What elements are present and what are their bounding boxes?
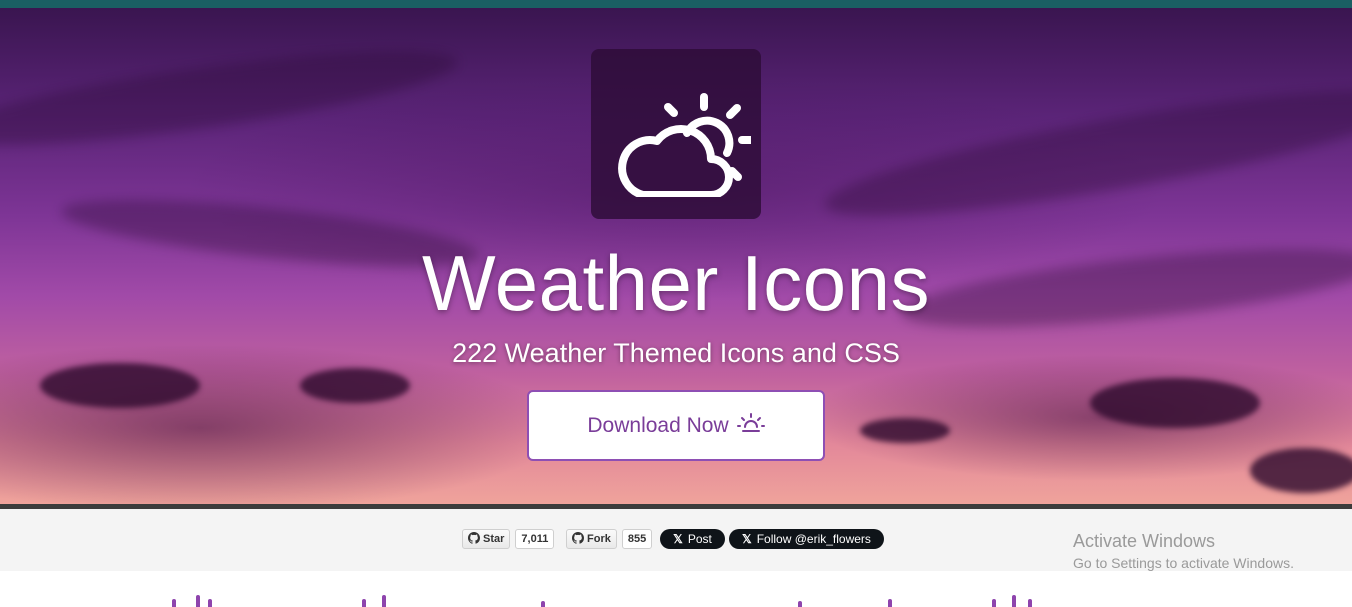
github-fork-label: Fork [587,533,611,545]
github-fork-count[interactable]: 855 [621,529,653,549]
icon-fragment [1012,595,1016,607]
github-star-button[interactable]: Star [462,529,511,549]
x-logo-icon: 𝕏 [742,532,752,546]
github-star-widget: Star 7,011 [462,529,555,549]
icon-fragment [196,595,200,607]
top-bar [0,0,1352,8]
x-post-button[interactable]: 𝕏 Post [660,529,725,549]
sky-streak [818,66,1352,240]
x-follow-label: Follow @erik_flowers [756,532,871,546]
github-fork-button[interactable]: Fork [566,529,617,549]
activate-windows-watermark: Activate Windows Go to Settings to activ… [1073,531,1294,571]
icon-fragment [172,599,176,607]
x-logo-icon: 𝕏 [673,532,683,546]
dark-cloud [300,368,410,403]
x-post-label: Post [687,532,712,546]
dark-cloud [1090,378,1260,428]
download-button[interactable]: Download Now [527,390,825,461]
dark-cloud [860,418,950,443]
download-label: Download Now [587,413,729,437]
day-cloudy-icon [601,67,756,202]
icon-fragment [992,599,996,607]
github-icon [468,531,480,547]
github-fork-widget: Fork 855 [566,529,653,549]
page-subtitle: 222 Weather Themed Icons and CSS [452,338,900,368]
x-follow-button[interactable]: 𝕏 Follow @erik_flowers [729,529,884,549]
icon-fragment [541,601,545,607]
icon-fragment [362,599,366,607]
github-star-label: Star [483,533,505,545]
sunrise-icon [736,412,765,440]
hero-section: Weather Icons 222 Weather Themed Icons a… [0,8,1352,504]
icon-fragment [208,599,212,607]
dark-cloud [1250,448,1352,493]
icon-fragment [382,595,386,607]
activate-windows-title: Activate Windows [1073,531,1216,551]
github-star-count[interactable]: 7,011 [515,529,555,549]
sky-streak [0,32,462,164]
icon-fragment [1028,599,1032,607]
logo-tile [591,49,761,219]
icon-fragment [888,599,892,607]
activate-windows-hint: Go to Settings to activate Windows. [1073,555,1294,571]
github-icon [572,531,584,547]
page-title: Weather Icons [422,239,930,327]
icon-fragment [798,601,802,607]
dark-cloud [40,363,200,408]
icon-strip-preview [0,571,1352,607]
